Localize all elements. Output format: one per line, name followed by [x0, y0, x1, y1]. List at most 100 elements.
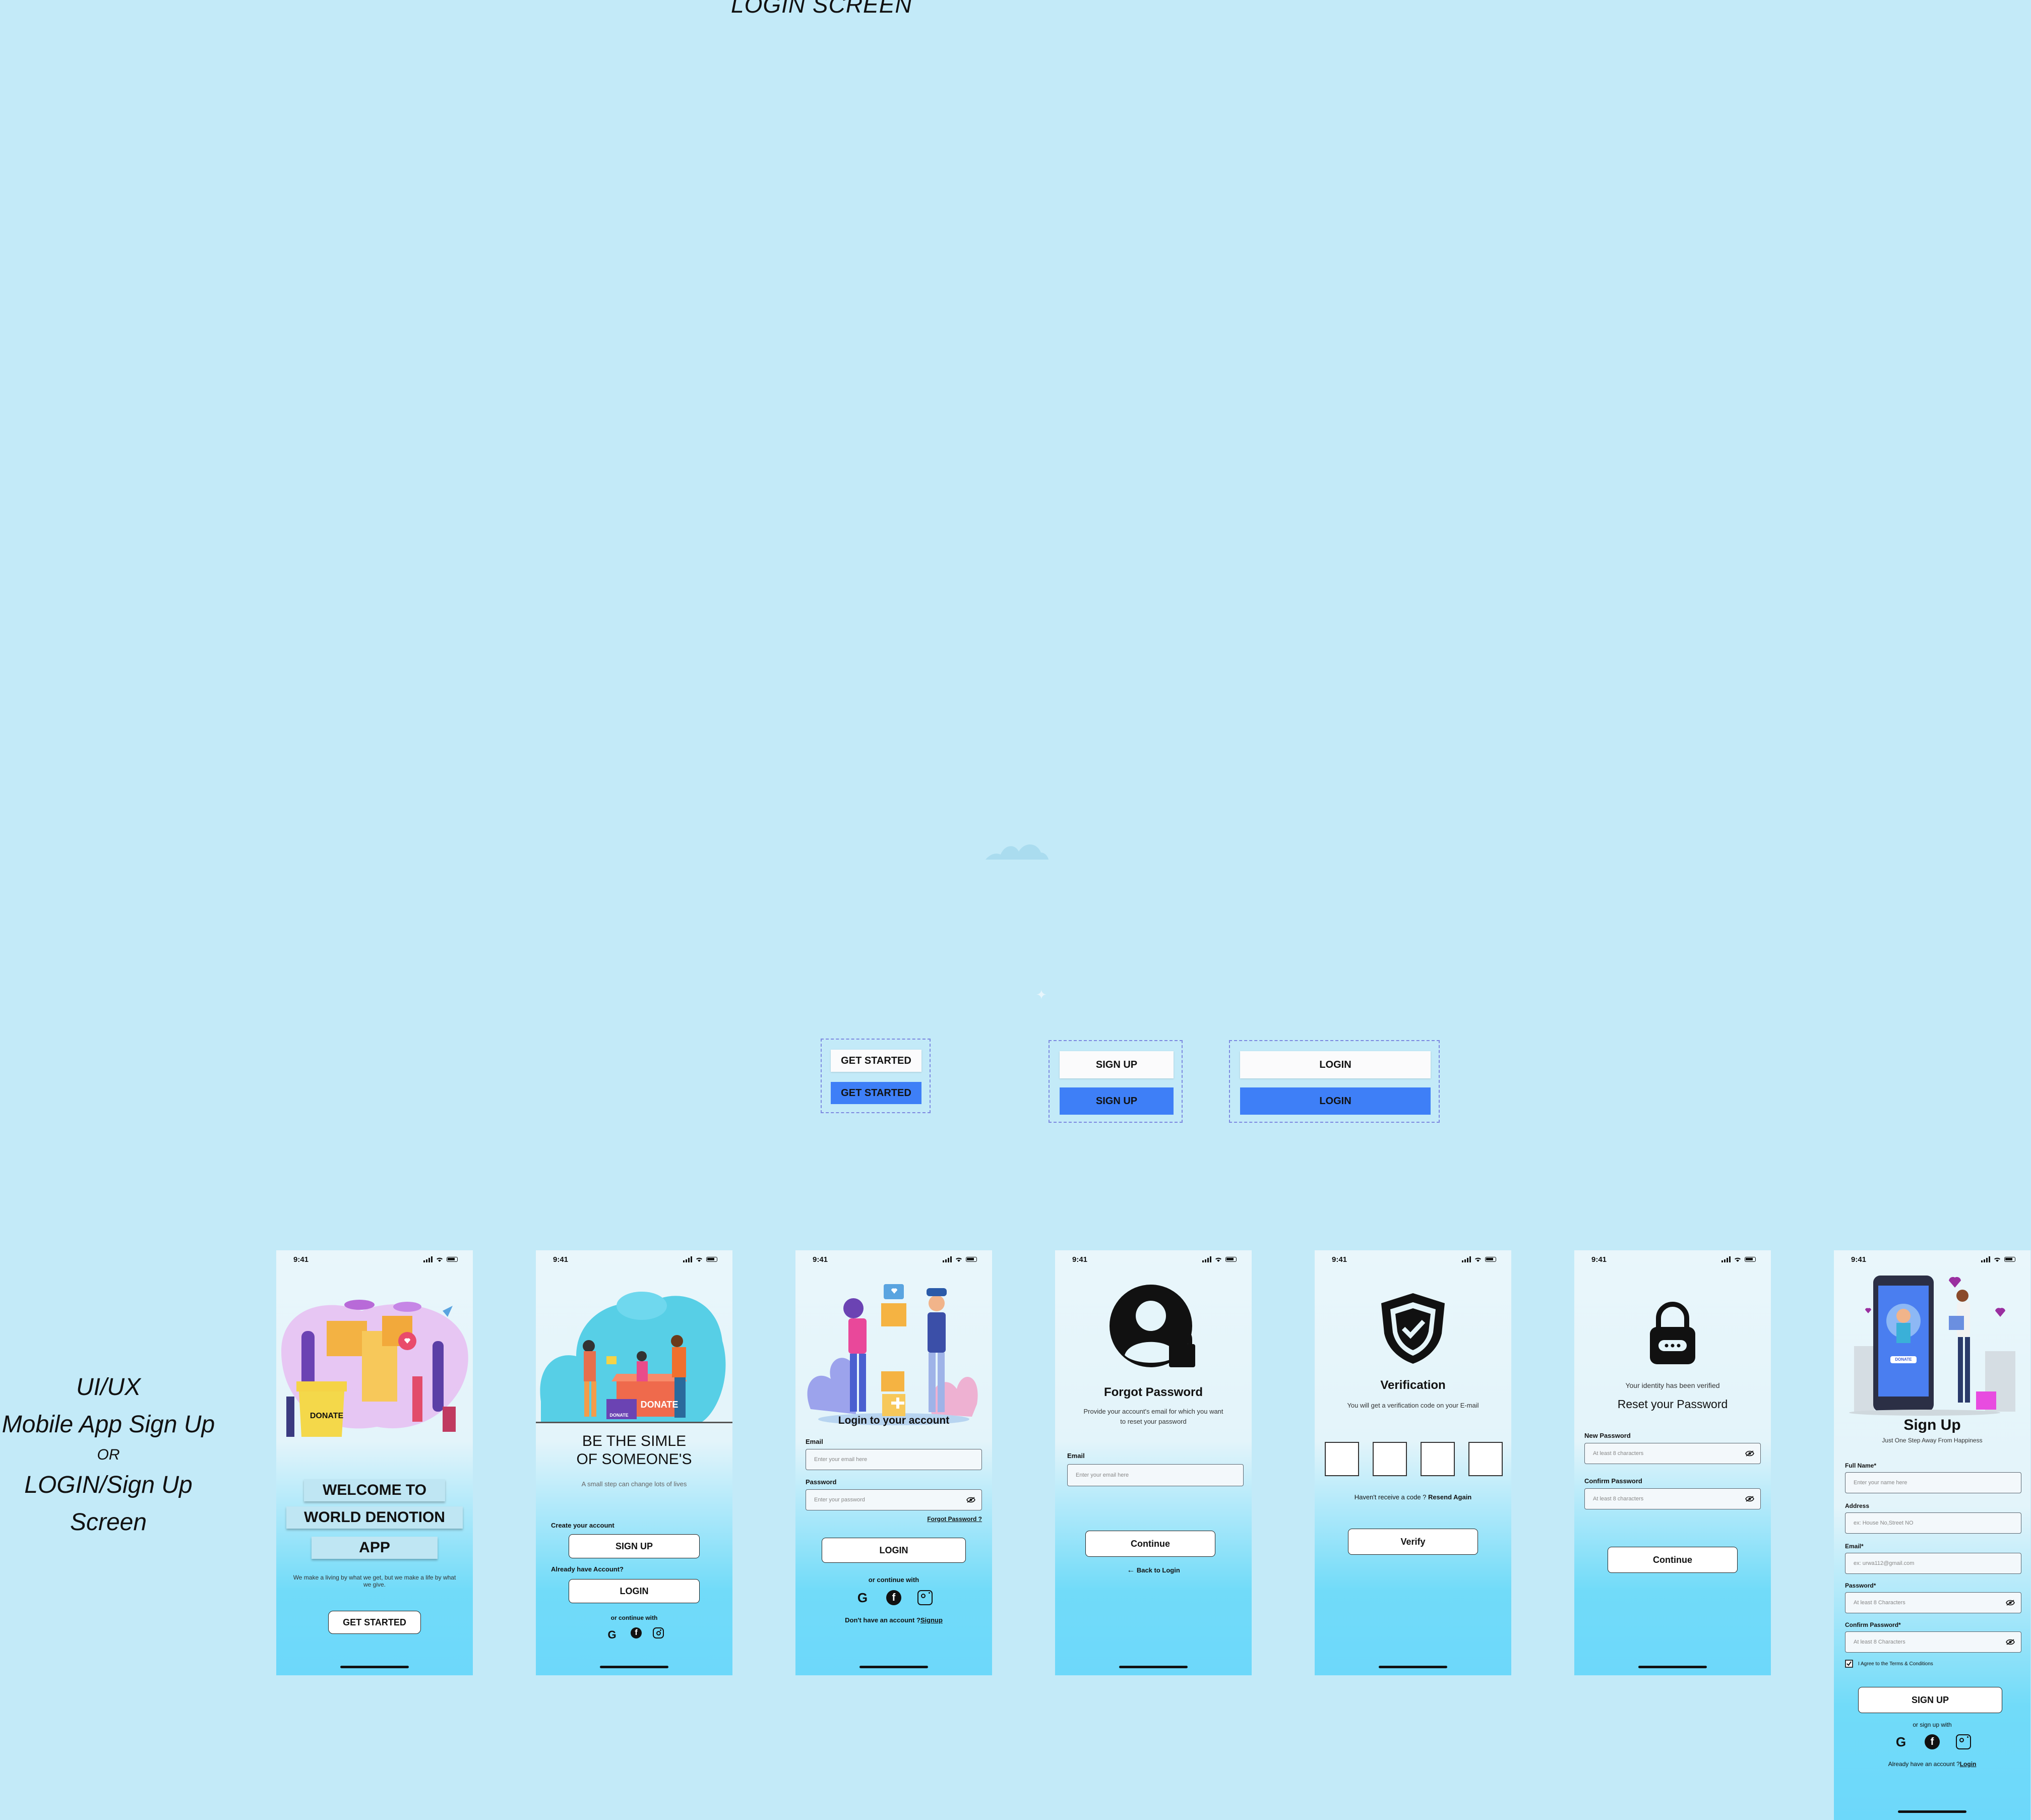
signup-with-label: or sign up with — [1913, 1721, 1952, 1728]
ground-line — [536, 1422, 732, 1423]
component-get-started: GET STARTED GET STARTED — [821, 1039, 931, 1113]
donate-small-label: DONATE — [609, 1413, 629, 1418]
resend-link[interactable]: Resend Again — [1428, 1493, 1471, 1501]
eye-off-icon[interactable] — [1745, 1450, 1754, 1457]
home-indicator — [1898, 1810, 1966, 1813]
password-placeholder: Enter your password — [814, 1497, 865, 1503]
address-label: Address — [1845, 1502, 1870, 1509]
wifi-icon — [956, 1257, 962, 1262]
get-started-button-white[interactable]: GET STARTED — [831, 1050, 921, 1072]
signup-button[interactable]: SIGN UP — [569, 1534, 700, 1558]
welcome-banner-line2: WORLD DENOTION — [286, 1506, 463, 1529]
password-placeholder: At least 8 Characters — [1854, 1600, 1905, 1606]
phone-donation-illustration — [1849, 1276, 2015, 1416]
login-button[interactable]: LOGIN — [822, 1538, 966, 1563]
otp-box-2[interactable] — [1373, 1442, 1407, 1476]
otp-box-3[interactable] — [1421, 1442, 1455, 1476]
address-input[interactable]: ex: House No,Street NO — [1845, 1512, 2021, 1534]
get-started-button-blue[interactable]: GET STARTED — [831, 1082, 921, 1104]
instagram-icon[interactable] — [917, 1590, 933, 1605]
terms-row: I Agree to the Terms & Conditions — [1845, 1660, 1933, 1668]
phone-donate-badge: DONATE — [1890, 1356, 1917, 1363]
cloud-decoration — [986, 844, 1049, 860]
email-input[interactable]: Enter your email here — [806, 1449, 982, 1470]
instagram-icon[interactable] — [653, 1627, 664, 1639]
email-label: Email — [1067, 1452, 1085, 1460]
signup-subtitle: Just One Step Away From Happiness — [1882, 1437, 1983, 1444]
side-label: UI/UX Mobile App Sign Up OR LOGIN/Sign U… — [0, 1369, 217, 1541]
facebook-icon[interactable]: f — [1925, 1734, 1940, 1749]
signup-button-white[interactable]: SIGN UP — [1060, 1051, 1174, 1078]
signal-icon — [1202, 1256, 1211, 1262]
status-time: 9:41 — [813, 1255, 828, 1264]
login-button-blue[interactable]: LOGIN — [1240, 1087, 1431, 1115]
google-icon[interactable]: G — [855, 1590, 870, 1605]
password-input[interactable]: At least 8 Characters — [1845, 1592, 2021, 1613]
eye-off-icon[interactable] — [1745, 1496, 1754, 1502]
no-account-text: Don't have an account ? — [845, 1616, 920, 1624]
signup-link[interactable]: Signup — [920, 1616, 943, 1624]
verify-button[interactable]: Verify — [1348, 1529, 1478, 1555]
donate-box-label: DONATE — [640, 1400, 679, 1410]
wifi-icon — [1215, 1257, 1221, 1262]
side-label-line3: LOGIN/Sign Up — [24, 1472, 193, 1498]
home-indicator — [600, 1666, 668, 1668]
instagram-icon[interactable] — [1956, 1734, 1971, 1749]
login-button[interactable]: LOGIN — [569, 1579, 700, 1603]
battery-icon — [2004, 1257, 2015, 1262]
signup-button-blue[interactable]: SIGN UP — [1060, 1087, 1174, 1115]
wifi-icon — [1475, 1257, 1481, 1262]
new-password-input[interactable]: At least 8 characters — [1584, 1443, 1761, 1464]
status-time: 9:41 — [293, 1255, 309, 1264]
battery-icon — [706, 1257, 717, 1262]
otp-box-4[interactable] — [1468, 1442, 1503, 1476]
have-account-text: Already have an account ? — [1888, 1761, 1960, 1768]
password-label: Password — [806, 1478, 837, 1486]
eye-off-icon[interactable] — [2006, 1600, 2015, 1606]
google-icon[interactable]: G — [604, 1627, 620, 1643]
status-bar: 9:41 — [795, 1250, 992, 1270]
new-password-placeholder: At least 8 characters — [1593, 1450, 1644, 1457]
login-button-white[interactable]: LOGIN — [1240, 1051, 1431, 1078]
screen-login: 9:41 Login to your account Email Enter y… — [795, 1250, 992, 1675]
status-bar: 9:41 — [1574, 1250, 1771, 1270]
side-label-or: OR — [97, 1446, 120, 1463]
side-label-line2: Mobile App Sign Up — [2, 1411, 215, 1438]
social-row: G f — [795, 1590, 992, 1605]
page-title: LOGIN SCREEN — [731, 0, 912, 18]
signal-icon — [1721, 1256, 1731, 1262]
signup-title: Sign Up — [1903, 1417, 1961, 1433]
heading-line2: OF SOMEONE'S — [576, 1451, 692, 1468]
confirm-password-input[interactable]: At least 8 characters — [1584, 1488, 1761, 1509]
google-icon[interactable]: G — [1893, 1734, 1909, 1749]
fullname-input[interactable]: Enter your name here — [1845, 1472, 2021, 1493]
password-input[interactable]: Enter your password — [806, 1489, 982, 1510]
email-input[interactable]: ex: urwa112@gmail.com — [1845, 1553, 2021, 1574]
screen-onboarding: 9:41 DONATE DONATE BE THE SIMLE OF SOMEO… — [536, 1250, 732, 1675]
confirm-password-input[interactable]: At least 8 Characters — [1845, 1631, 2021, 1653]
continue-button[interactable]: Continue — [1608, 1547, 1738, 1573]
eye-off-icon[interactable] — [2006, 1639, 2015, 1645]
wifi-icon — [1735, 1257, 1741, 1262]
forgot-description: Provide your account's email for which y… — [1083, 1408, 1223, 1425]
wifi-icon — [1994, 1257, 2000, 1262]
forgot-password-link[interactable]: Forgot Password ? — [927, 1515, 982, 1523]
signal-icon — [683, 1256, 692, 1262]
component-login: LOGIN LOGIN — [1229, 1040, 1440, 1123]
battery-icon — [1225, 1257, 1237, 1262]
checkbox-checked-icon[interactable] — [1845, 1660, 1853, 1668]
email-input[interactable]: Enter your email here — [1067, 1464, 1244, 1486]
facebook-icon[interactable]: f — [631, 1627, 642, 1639]
password-label: Password* — [1845, 1582, 1876, 1589]
continue-button[interactable]: Continue — [1085, 1531, 1215, 1557]
otp-box-1[interactable] — [1325, 1442, 1359, 1476]
screen-forgot-password: 9:41 Forgot Password Provide your accoun… — [1055, 1250, 1252, 1675]
confirm-password-label: Confirm Password — [1584, 1477, 1642, 1485]
signup-button[interactable]: SIGN UP — [1858, 1687, 2002, 1713]
login-link[interactable]: Login — [1960, 1761, 1977, 1768]
eye-off-icon[interactable] — [966, 1497, 975, 1503]
get-started-button[interactable]: GET STARTED — [328, 1611, 421, 1634]
back-to-login-link[interactable]: ← Back to Login — [1055, 1566, 1252, 1575]
battery-icon — [1745, 1257, 1756, 1262]
facebook-icon[interactable]: f — [886, 1590, 901, 1605]
